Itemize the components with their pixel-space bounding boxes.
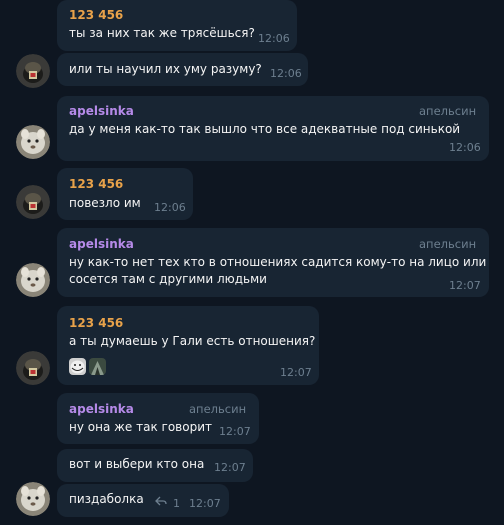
message-bubble[interactable]: 123 456 ты за них так же трясёшься? 12:0…: [57, 0, 297, 51]
message-bubble[interactable]: 123 456 повезло им 12:06: [57, 168, 193, 220]
message-text: ты за них так же трясёшься?: [69, 26, 255, 40]
message-text: ну она же так говорит: [69, 420, 212, 434]
message-bubble[interactable]: пиздаболка 1 12:07: [57, 484, 229, 517]
custom-emoji-icon: [89, 358, 106, 375]
message-text-line: сосется там с другими людьми: [69, 272, 267, 286]
message-text-line: ну как-то нет тех кто в отношениях садит…: [69, 255, 487, 269]
trollface-emoji-icon: [69, 358, 86, 375]
message-text: а ты думаешь у Гали есть отношения?: [69, 334, 316, 348]
user-avatar-123456[interactable]: [16, 54, 50, 88]
member-rank: апельсин: [419, 104, 477, 118]
reply-count[interactable]: 1: [173, 497, 180, 510]
message-text: повезло им: [69, 196, 141, 210]
user-avatar-apelsinka[interactable]: [16, 125, 50, 159]
message-time: 12:06: [449, 141, 481, 154]
message-time: 12:06: [154, 201, 186, 214]
message-bubble[interactable]: apelsinka апельсин ну как-то нет тех кто…: [57, 228, 489, 297]
message-time: 12:07: [280, 366, 312, 379]
sender-name[interactable]: apelsinka: [69, 237, 134, 251]
member-rank: апельсин: [189, 402, 247, 416]
user-avatar-apelsinka[interactable]: [16, 482, 50, 516]
message-time: 12:07: [189, 497, 221, 510]
message-bubble[interactable]: apelsinka апельсин да у меня как-то так …: [57, 96, 489, 161]
message-text: пиздаболка: [69, 492, 144, 506]
message-time: 12:07: [219, 425, 251, 438]
user-avatar-apelsinka[interactable]: [16, 263, 50, 297]
reply-arrow-icon[interactable]: [155, 495, 167, 509]
message-bubble[interactable]: вот и выбери кто она 12:07: [57, 449, 253, 482]
sender-name[interactable]: 123 456: [69, 177, 123, 191]
message-time: 12:07: [214, 461, 246, 474]
sender-name[interactable]: 123 456: [69, 8, 123, 22]
sender-name[interactable]: apelsinka: [69, 104, 134, 118]
message-bubble[interactable]: apelsinka апельсин ну она же так говорит…: [57, 393, 259, 444]
message-bubble[interactable]: 123 456 а ты думаешь у Гали есть отношен…: [57, 306, 319, 385]
user-avatar-123456[interactable]: [16, 351, 50, 385]
message-time: 12:06: [270, 67, 302, 80]
message-bubble[interactable]: или ты научил их уму разуму? 12:06: [57, 53, 308, 86]
member-rank: апельсин: [419, 237, 477, 251]
sender-name[interactable]: apelsinka: [69, 402, 134, 416]
message-time: 12:07: [449, 279, 481, 292]
sender-name[interactable]: 123 456: [69, 316, 123, 330]
message-time: 12:06: [258, 32, 290, 45]
message-text: или ты научил их уму разуму?: [69, 62, 262, 76]
user-avatar-123456[interactable]: [16, 185, 50, 219]
message-text: вот и выбери кто она: [69, 457, 205, 471]
message-text: да у меня как-то так вышло что все адекв…: [69, 122, 461, 136]
